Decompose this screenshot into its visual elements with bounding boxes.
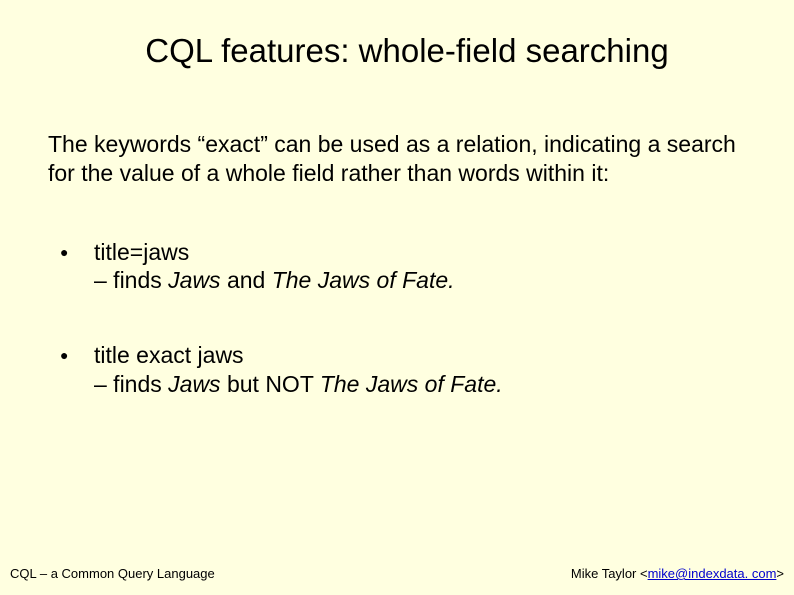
intro-paragraph: The keywords “exact” can be used as a re… bbox=[48, 130, 746, 188]
footer-author: Mike Taylor < bbox=[571, 566, 648, 581]
result-text: – finds bbox=[94, 371, 168, 397]
list-item: ● title exact jaws – finds Jaws but NOT … bbox=[48, 341, 746, 399]
footer-right: Mike Taylor <mike@indexdata. com> bbox=[571, 566, 784, 581]
result-text: and bbox=[221, 267, 272, 293]
example-query: title=jaws bbox=[94, 239, 189, 265]
example-query: title exact jaws bbox=[94, 342, 244, 368]
slide-content: The keywords “exact” can be used as a re… bbox=[0, 80, 794, 399]
bullet-icon: ● bbox=[60, 347, 68, 365]
footer-left: CQL – a Common Query Language bbox=[10, 566, 215, 581]
example-result: – finds Jaws but NOT The Jaws of Fate. bbox=[94, 370, 746, 399]
footer-text: > bbox=[776, 566, 784, 581]
result-italic: Jaws bbox=[168, 267, 220, 293]
bullet-icon: ● bbox=[60, 244, 68, 262]
result-text: – finds bbox=[94, 267, 168, 293]
result-italic: Jaws bbox=[168, 371, 220, 397]
result-italic: The Jaws of Fate. bbox=[320, 371, 503, 397]
slide-footer: CQL – a Common Query Language Mike Taylo… bbox=[10, 566, 784, 581]
list-item: ● title=jaws – finds Jaws and The Jaws o… bbox=[48, 238, 746, 296]
slide-title: CQL features: whole-field searching bbox=[60, 0, 754, 80]
footer-email-link[interactable]: mike@indexdata. com bbox=[648, 566, 777, 581]
example-result: – finds Jaws and The Jaws of Fate. bbox=[94, 266, 746, 295]
result-italic: The Jaws of Fate. bbox=[272, 267, 455, 293]
result-text: but NOT bbox=[221, 371, 320, 397]
example-list: ● title=jaws – finds Jaws and The Jaws o… bbox=[48, 238, 746, 399]
